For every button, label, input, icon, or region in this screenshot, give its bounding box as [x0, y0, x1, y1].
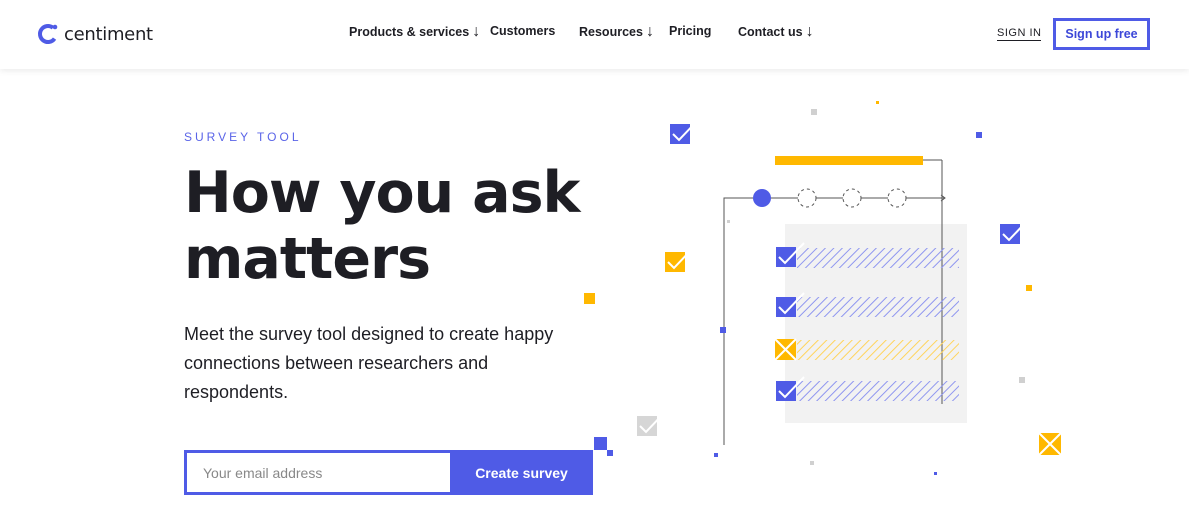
checkbox-checked-icon: [1000, 219, 1029, 244]
nav-contact-us[interactable]: Contact us ↓: [738, 24, 814, 40]
checkbox-checked-icon: [637, 411, 666, 436]
nav-label: Resources: [579, 25, 643, 39]
hero-headline: How you ask matters: [184, 160, 580, 292]
hero-eyebrow: SURVEY TOOL: [184, 130, 302, 144]
survey-illustration: [560, 80, 1120, 500]
answer-row: [797, 297, 959, 317]
survey-illustration-svg: [584, 101, 1062, 475]
hero-lead: Meet the survey tool designed to create …: [184, 324, 554, 402]
arrow-down-icon: ↓: [805, 23, 814, 40]
nav-label: Customers: [490, 24, 556, 38]
headline-line-2-wrap: matters: [184, 226, 431, 292]
sign-up-button[interactable]: Sign up free: [1053, 18, 1150, 50]
centiment-logo-icon: [36, 22, 60, 46]
nav-products-services[interactable]: Products & services ↓: [349, 24, 480, 40]
progress-steps-icon: [753, 188, 946, 208]
answer-row: [797, 248, 959, 268]
signup-form: Create survey: [184, 450, 593, 495]
nav-label: Contact us: [738, 25, 803, 39]
answer-row: [797, 340, 959, 360]
email-input[interactable]: [187, 453, 450, 492]
brand-logo[interactable]: centiment: [36, 20, 153, 48]
checkbox-x-icon: [774, 338, 797, 361]
arrow-down-icon: ↓: [645, 23, 654, 40]
headline-line-2: matters: [184, 226, 431, 292]
sign-in-link[interactable]: SIGN IN: [997, 27, 1042, 41]
checkbox-x-icon: [1038, 432, 1062, 456]
arrow-down-icon: ↓: [472, 23, 481, 40]
checkbox-checked-icon: [665, 247, 694, 272]
title-bar: [775, 156, 923, 165]
nav-customers[interactable]: Customers: [490, 24, 555, 38]
nav-label: Products & services: [349, 25, 470, 39]
site-header: centiment Products & services ↓ Customer…: [0, 0, 1189, 69]
nav-pricing[interactable]: Pricing: [669, 24, 711, 38]
brand-name: centiment: [64, 23, 153, 45]
nav-label: Pricing: [669, 24, 712, 38]
nav-resources[interactable]: Resources ↓: [579, 24, 654, 40]
headline-line-1: How you ask: [184, 160, 580, 226]
answer-row: [797, 381, 959, 401]
checkbox-checked-icon: [670, 119, 699, 144]
